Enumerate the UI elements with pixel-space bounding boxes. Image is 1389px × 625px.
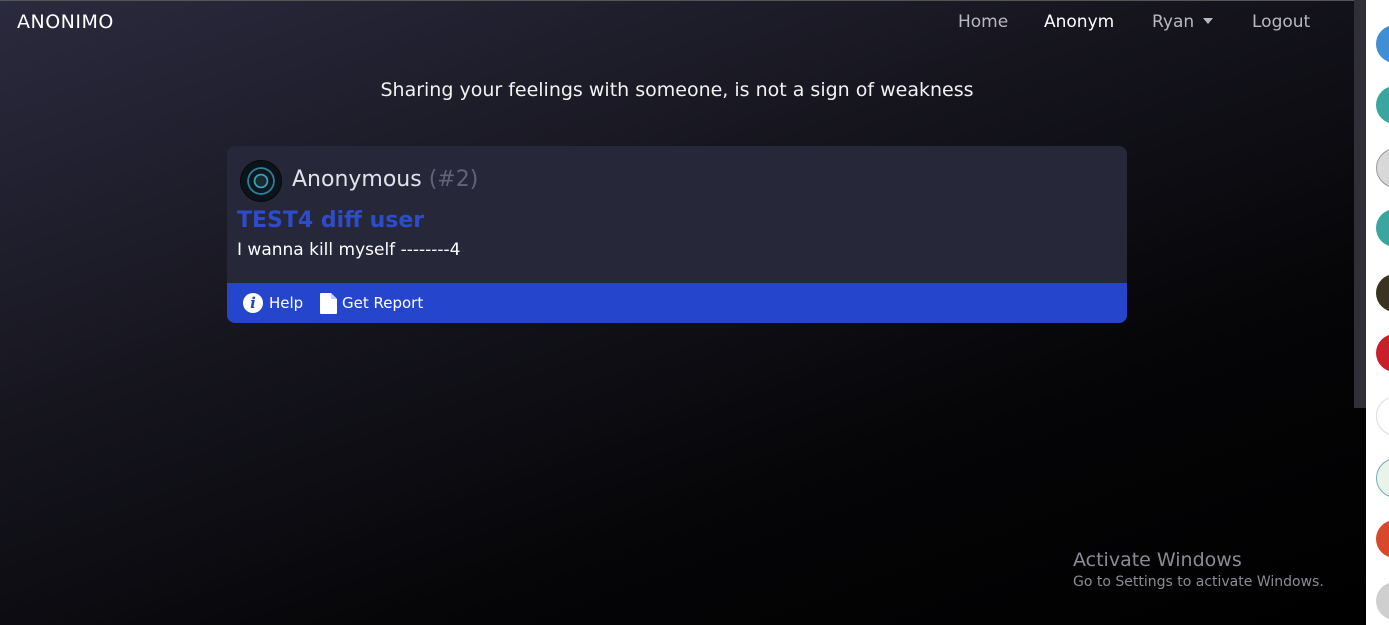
document-icon (320, 292, 337, 314)
chevron-down-icon (1203, 18, 1214, 24)
page: ANONIMO Home Anonym Ryan Logout Sharing … (0, 0, 1366, 625)
help-button[interactable]: i Help (243, 292, 303, 314)
post-author: Anonymous (#2) (292, 167, 478, 192)
post-title-link[interactable]: TEST4 diff user (237, 208, 424, 233)
sidebar-avatar[interactable] (1376, 274, 1389, 312)
watermark-title: Activate Windows (1073, 549, 1242, 571)
post-footer: i Help Get Report (227, 283, 1127, 323)
navbar: ANONIMO Home Anonym Ryan Logout (0, 0, 1366, 44)
sidebar-avatar[interactable] (1376, 582, 1389, 620)
sidebar-avatar[interactable] (1376, 209, 1389, 247)
post-number: (#2) (428, 167, 479, 192)
info-icon: i (243, 293, 263, 313)
get-report-button[interactable]: Get Report (320, 292, 423, 314)
nav-home[interactable]: Home (958, 12, 1008, 32)
sidebar-avatar[interactable] (1376, 334, 1389, 372)
sidebar-avatar[interactable] (1376, 520, 1389, 558)
sidebar-avatar[interactable] (1376, 86, 1389, 124)
scrollbar-thumb[interactable] (1354, 0, 1366, 408)
windows-activation-watermark: Activate Windows Go to Settings to activ… (1073, 549, 1324, 590)
nav-user-label: Ryan (1152, 12, 1195, 32)
nav-user-dropdown[interactable]: Ryan (1152, 12, 1214, 32)
sidebar-avatar[interactable] (1376, 148, 1389, 188)
get-report-label: Get Report (342, 294, 424, 312)
post-card: Anonymous (#2) TEST4 diff user I wanna k… (227, 146, 1127, 323)
side-panel (1366, 0, 1389, 625)
post-body: I wanna kill myself --------4 (237, 240, 461, 260)
help-label: Help (269, 294, 304, 312)
sidebar-avatar[interactable] (1376, 458, 1389, 498)
brand-logo[interactable]: ANONIMO (17, 11, 114, 33)
nav-logout[interactable]: Logout (1252, 12, 1310, 32)
watermark-subtitle: Go to Settings to activate Windows. (1073, 574, 1324, 590)
avatar (240, 160, 282, 202)
nav-anonym[interactable]: Anonym (1044, 12, 1114, 32)
sidebar-avatar[interactable] (1376, 25, 1389, 63)
sidebar-avatar[interactable] (1376, 396, 1389, 436)
author-name: Anonymous (292, 167, 422, 192)
page-tagline: Sharing your feelings with someone, is n… (380, 79, 974, 101)
